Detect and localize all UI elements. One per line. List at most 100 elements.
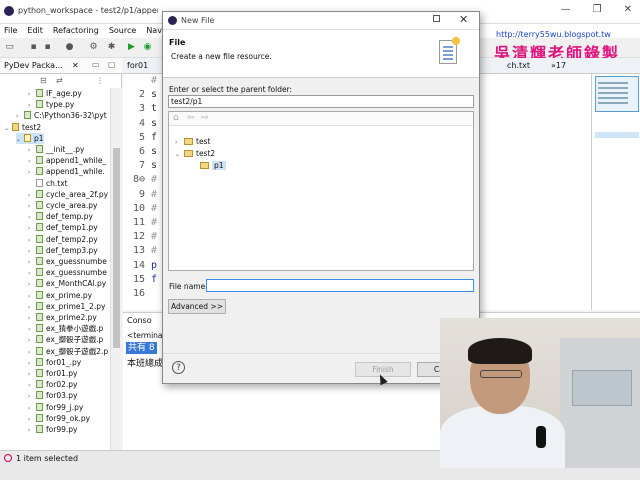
code-line[interactable]: 3t [123, 102, 163, 116]
code-line[interactable]: 14 p [123, 259, 163, 273]
tree-item[interactable]: ch.txt [28, 178, 68, 189]
build-icon[interactable]: ⚙ [88, 42, 99, 53]
tree-item[interactable]: › for99.py [28, 424, 77, 435]
restore-icon[interactable]: ❐ [593, 4, 602, 15]
chevron-down-icon[interactable]: ⌄ [16, 134, 24, 145]
tree-item[interactable]: › for01_.py [28, 357, 81, 368]
back-icon[interactable]: ⇦ [187, 113, 195, 123]
tree-item[interactable]: › ex_prime2.py [28, 312, 97, 323]
tree-item[interactable]: › IF_age.py [28, 88, 82, 99]
tree-item[interactable]: › for99_j.py [28, 402, 83, 413]
code-line[interactable]: 13 # [123, 244, 163, 258]
tree-item[interactable]: › for02.py [28, 379, 77, 390]
chevron-right-icon[interactable]: › [28, 425, 36, 436]
maximize-icon[interactable] [433, 15, 440, 22]
debug-icon[interactable]: ● [64, 42, 75, 53]
code-line[interactable]: 6s [123, 145, 163, 159]
code-line[interactable]: 11 # [123, 216, 163, 230]
package-explorer-scrollbar[interactable] [110, 88, 122, 450]
save-all-icon[interactable]: ▪ [42, 42, 53, 53]
code-line[interactable]: 4s [123, 117, 163, 131]
tree-item[interactable]: › ex_擲骰子遊戲.p [28, 334, 103, 345]
tree-item[interactable]: ⌄ test2 [4, 122, 41, 133]
scrollbar-thumb[interactable] [113, 148, 120, 348]
view-menu-icon[interactable]: ⋮ [96, 76, 104, 85]
folder-tree-item[interactable]: › test [175, 136, 210, 147]
python-file-icon [36, 290, 43, 299]
console-tab[interactable]: Conso [127, 316, 152, 325]
python-file-icon [36, 380, 43, 389]
code-line[interactable]: 12 # [123, 230, 163, 244]
line-number: 13 [132, 245, 145, 257]
run-icon[interactable]: ▶ [126, 42, 137, 53]
tree-item[interactable]: › def_temp2.py [28, 234, 98, 245]
outline-preview[interactable] [595, 76, 639, 112]
close-icon[interactable]: ✕ [624, 4, 632, 15]
tree-item[interactable]: › ex_MonthCAl.py [28, 278, 106, 289]
tree-item[interactable]: ⌄ p1 [16, 132, 44, 145]
tree-item[interactable]: › for99_ok.py [28, 413, 90, 424]
code-text: s [151, 160, 158, 172]
chevron-right-icon[interactable]: › [175, 137, 184, 148]
save-icon[interactable]: ▪ [28, 42, 39, 53]
tree-item[interactable]: › for01.py [28, 368, 77, 379]
code-line[interactable]: 5f [123, 131, 163, 145]
editor-tab-chtxt[interactable]: ch.txt [507, 61, 530, 70]
tree-item[interactable]: › cycle_area_2f.py [28, 189, 108, 200]
editor-tab-partial[interactable]: for01 [127, 61, 148, 70]
run-green-icon[interactable]: ◉ [142, 42, 153, 53]
menu-source[interactable]: Source [109, 24, 136, 38]
code-line[interactable]: 15 f [123, 273, 163, 287]
tree-item[interactable]: › append1_while. [28, 166, 105, 177]
package-explorer-tab[interactable]: PyDev Packa... ✕ ▭ ▢ [0, 58, 122, 74]
folder-tree-item[interactable]: ⌄ test2 [175, 148, 215, 159]
tree-item[interactable]: › for03.py [28, 390, 77, 401]
tree-item[interactable]: › cycle_area.py [28, 200, 97, 211]
tree-item[interactable]: › type.py [28, 99, 74, 110]
tree-item[interactable]: › ex_擲骰子遊戲2.p [28, 346, 108, 357]
folder-tree-item[interactable]: p1 [191, 160, 226, 171]
minimize-icon[interactable]: — [561, 4, 571, 15]
code-line[interactable]: 2s [123, 88, 163, 102]
console-selected-output[interactable]: 共有 8 [126, 342, 157, 354]
menu-edit[interactable]: Edit [27, 24, 43, 38]
code-line[interactable]: 7s [123, 159, 163, 173]
collapse-all-icon[interactable]: ⊟ [40, 76, 47, 85]
tree-item[interactable]: › def_temp.py [28, 211, 93, 222]
tree-item[interactable]: › __init__.py [28, 144, 84, 155]
tree-item[interactable]: › def_temp1.py [28, 222, 98, 233]
new-icon[interactable]: ▭ [4, 42, 15, 53]
code-line[interactable]: 16 [123, 287, 163, 301]
file-name-input[interactable] [206, 279, 474, 292]
code-line[interactable]: 9 # [123, 188, 163, 202]
forward-icon[interactable]: ⇨ [201, 113, 209, 123]
parent-folder-input[interactable] [168, 95, 474, 108]
outline-selected-item[interactable] [595, 132, 639, 138]
code-line[interactable]: 8⊖ # [123, 173, 163, 187]
help-icon[interactable]: ? [172, 361, 185, 374]
tree-item[interactable]: › C:\Python36-32\pyt [16, 110, 107, 121]
tree-item[interactable]: › def_temp3.py [28, 245, 98, 256]
tree-item[interactable]: › ex_guessnumbe [28, 267, 107, 278]
tree-item[interactable]: › ex_猜拳小遊戲.p [28, 323, 103, 334]
tree-item[interactable]: › ex_prime1_2.py [28, 301, 105, 312]
maximize-icon[interactable]: ▢ [108, 60, 116, 69]
hidden-tabs-count[interactable]: »17 [551, 61, 566, 70]
code-line[interactable]: # [123, 74, 163, 88]
advanced-button[interactable]: Advanced >> [168, 299, 226, 314]
tree-item[interactable]: › append1_while_ [28, 155, 106, 166]
tree-item[interactable]: › ex_prime.py [28, 290, 92, 301]
chevron-down-icon[interactable]: ⌄ [4, 123, 12, 134]
tree-item-label: for01_.py [46, 357, 82, 367]
code-line[interactable]: 10 # [123, 202, 163, 216]
run-config-icon[interactable]: ✱ [106, 42, 117, 53]
tree-item[interactable]: › ex_guessnumbe [28, 256, 107, 267]
minimize-icon[interactable]: ▭ [92, 60, 100, 69]
menu-refactoring[interactable]: Refactoring [53, 24, 99, 38]
close-icon[interactable]: ✕ [72, 61, 79, 70]
close-icon[interactable]: ✕ [459, 13, 468, 26]
home-icon[interactable]: ⌂ [173, 113, 179, 123]
menu-file[interactable]: File [4, 24, 17, 38]
chevron-down-icon[interactable]: ⌄ [175, 149, 184, 160]
link-editor-icon[interactable]: ⇄ [56, 76, 63, 85]
